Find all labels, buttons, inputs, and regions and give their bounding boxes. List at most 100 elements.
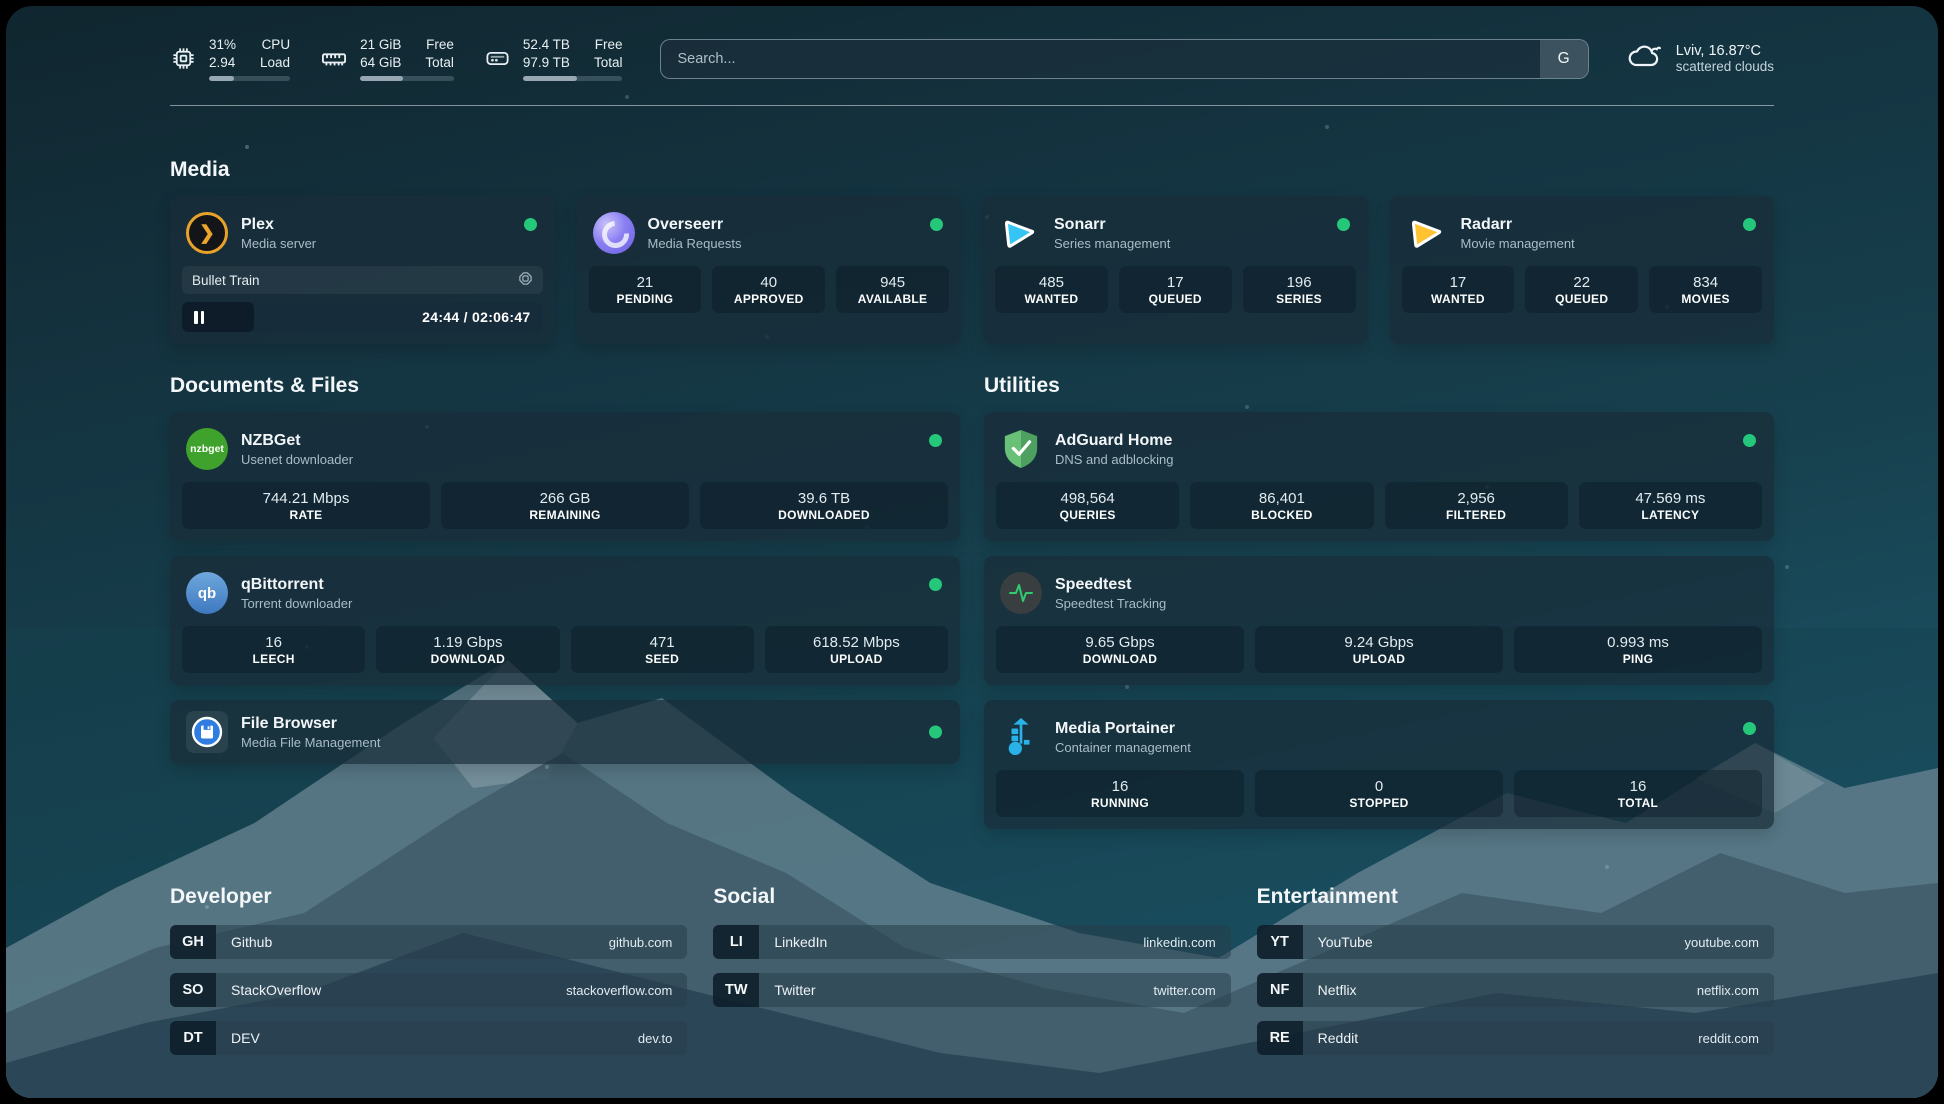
search-provider-label: G bbox=[1558, 50, 1570, 68]
service-desc: Usenet downloader bbox=[241, 452, 353, 467]
service-desc: Speedtest Tracking bbox=[1055, 596, 1166, 611]
disk-progress-bar bbox=[523, 76, 623, 81]
bookmark-name: Twitter bbox=[759, 973, 1153, 1007]
bookmark-github[interactable]: GH Github github.com bbox=[170, 925, 687, 959]
bookmark-abbr: LI bbox=[713, 925, 759, 959]
cloud-icon bbox=[1627, 41, 1663, 76]
cpu-chip-icon bbox=[170, 45, 197, 72]
now-playing-row: Bullet Train bbox=[182, 266, 543, 294]
gear-icon[interactable] bbox=[518, 271, 533, 289]
stat-latency: 47.569 ms LATENCY bbox=[1579, 482, 1762, 529]
qbittorrent-card[interactable]: qb qBittorrent Torrent downloader 16 LEE… bbox=[170, 556, 960, 685]
status-dot bbox=[930, 218, 943, 231]
stat-blocked: 86,401 BLOCKED bbox=[1190, 482, 1373, 529]
disk-widget: 52.4 TB 97.9 TB Free Total bbox=[484, 36, 623, 81]
cpu-label: CPU bbox=[260, 36, 290, 54]
stat-wanted: 17 WANTED bbox=[1402, 266, 1515, 313]
bookmark-netflix[interactable]: NF Netflix netflix.com bbox=[1257, 973, 1774, 1007]
cpu-usage-value: 31% bbox=[209, 36, 236, 54]
search-input[interactable] bbox=[661, 40, 1539, 78]
bookmark-name: Github bbox=[216, 925, 609, 959]
bookmark-url: dev.to bbox=[638, 1021, 687, 1055]
stat-leech: 16 LEECH bbox=[182, 626, 365, 673]
stat-pending: 21 PENDING bbox=[589, 266, 702, 313]
section-title-social: Social bbox=[713, 885, 1230, 909]
media-grid: ❯ Plex Media server Bullet Train bbox=[170, 196, 1774, 344]
bookmark-name: YouTube bbox=[1303, 925, 1685, 959]
service-name: Speedtest bbox=[1055, 576, 1166, 594]
service-desc: Movie management bbox=[1461, 236, 1575, 251]
stat-series: 196 SERIES bbox=[1243, 266, 1356, 313]
status-dot bbox=[929, 434, 942, 447]
disk-free-label: Free bbox=[594, 36, 623, 54]
bookmark-abbr: RE bbox=[1257, 1021, 1303, 1055]
now-playing-title: Bullet Train bbox=[192, 273, 260, 288]
radarr-card[interactable]: Radarr Movie management 17 WANTED 22 QUE… bbox=[1390, 196, 1775, 344]
nzbget-icon: nzbget bbox=[186, 428, 228, 470]
bookmark-url: youtube.com bbox=[1685, 925, 1774, 959]
service-name: Overseerr bbox=[648, 216, 742, 234]
memory-widget: 21 GiB 64 GiB Free Total bbox=[320, 36, 454, 81]
stat-stopped: 0 STOPPED bbox=[1255, 770, 1503, 817]
portainer-card[interactable]: Media Portainer Container management 16 … bbox=[984, 700, 1774, 829]
bookmark-reddit[interactable]: RE Reddit reddit.com bbox=[1257, 1021, 1774, 1055]
stat-upload: 9.24 Gbps UPLOAD bbox=[1255, 626, 1503, 673]
service-name: Radarr bbox=[1461, 216, 1575, 234]
bookmark-abbr: TW bbox=[713, 973, 759, 1007]
status-dot bbox=[1743, 218, 1756, 231]
service-name: AdGuard Home bbox=[1055, 432, 1174, 450]
stat-remaining: 266 GB REMAINING bbox=[441, 482, 689, 529]
plex-card[interactable]: ❯ Plex Media server Bullet Train bbox=[170, 196, 555, 344]
overseerr-card[interactable]: Overseerr Media Requests 21 PENDING 40 A… bbox=[577, 196, 962, 344]
sonarr-card[interactable]: Sonarr Series management 485 WANTED 17 Q… bbox=[983, 196, 1368, 344]
search-provider-button[interactable]: G bbox=[1540, 40, 1588, 78]
service-desc: Container management bbox=[1055, 740, 1191, 755]
bookmark-url: linkedin.com bbox=[1143, 925, 1230, 959]
utilities-column: Utilities bbox=[984, 374, 1774, 829]
playback-progress: 24:44 / 02:06:47 bbox=[182, 302, 543, 332]
bookmark-dev[interactable]: DT DEV dev.to bbox=[170, 1021, 687, 1055]
bookmark-youtube[interactable]: YT YouTube youtube.com bbox=[1257, 925, 1774, 959]
bookmark-twitter[interactable]: TW Twitter twitter.com bbox=[713, 973, 1230, 1007]
playback-time: 24:44 / 02:06:47 bbox=[422, 309, 530, 325]
stat-ping: 0.993 ms PING bbox=[1514, 626, 1762, 673]
bookmark-stackoverflow[interactable]: SO StackOverflow stackoverflow.com bbox=[170, 973, 687, 1007]
filebrowser-card[interactable]: File Browser Media File Management bbox=[170, 700, 960, 764]
portainer-icon bbox=[1000, 716, 1042, 758]
sonarr-icon bbox=[999, 212, 1041, 254]
bookmark-url: netflix.com bbox=[1697, 973, 1774, 1007]
nzbget-card[interactable]: nzbget NZBGet Usenet downloader 744.21 M… bbox=[170, 412, 960, 541]
disk-total-label: Total bbox=[594, 54, 623, 72]
stat-rate: 744.21 Mbps RATE bbox=[182, 482, 430, 529]
service-name: NZBGet bbox=[241, 432, 353, 450]
cpu-load-value: 2.94 bbox=[209, 54, 236, 72]
bookmark-name: Netflix bbox=[1303, 973, 1697, 1007]
bookmark-name: LinkedIn bbox=[759, 925, 1143, 959]
adguard-card[interactable]: AdGuard Home DNS and adblocking 498,564 … bbox=[984, 412, 1774, 541]
memory-progress-bar bbox=[360, 76, 454, 81]
status-dot bbox=[929, 726, 942, 739]
stat-approved: 40 APPROVED bbox=[712, 266, 825, 313]
stat-filtered: 2,956 FILTERED bbox=[1385, 482, 1568, 529]
speedtest-card[interactable]: Speedtest Speedtest Tracking 9.65 Gbps D… bbox=[984, 556, 1774, 685]
status-dot bbox=[1337, 218, 1350, 231]
section-title-media: Media bbox=[170, 158, 1774, 182]
bookmark-name: StackOverflow bbox=[216, 973, 566, 1007]
memory-free-value: 21 GiB bbox=[360, 36, 401, 54]
stat-upload: 618.52 Mbps UPLOAD bbox=[765, 626, 948, 673]
adguard-icon bbox=[1000, 428, 1042, 470]
bookmark-abbr: SO bbox=[170, 973, 216, 1007]
memory-total-value: 64 GiB bbox=[360, 54, 401, 72]
bookmark-linkedin[interactable]: LI LinkedIn linkedin.com bbox=[713, 925, 1230, 959]
service-desc: Media server bbox=[241, 236, 316, 251]
search-bar[interactable]: G bbox=[660, 39, 1588, 79]
stat-wanted: 485 WANTED bbox=[995, 266, 1108, 313]
bookmark-group-social: Social LI LinkedIn linkedin.com TW Twitt… bbox=[713, 885, 1230, 1055]
section-title-entertainment: Entertainment bbox=[1257, 885, 1774, 909]
plex-icon: ❯ bbox=[186, 212, 228, 254]
status-dot bbox=[1743, 434, 1756, 447]
top-bar: 31% 2.94 CPU Load bbox=[170, 6, 1774, 81]
load-label: Load bbox=[260, 54, 290, 72]
section-title-documents: Documents & Files bbox=[170, 374, 960, 398]
radarr-icon bbox=[1406, 212, 1448, 254]
